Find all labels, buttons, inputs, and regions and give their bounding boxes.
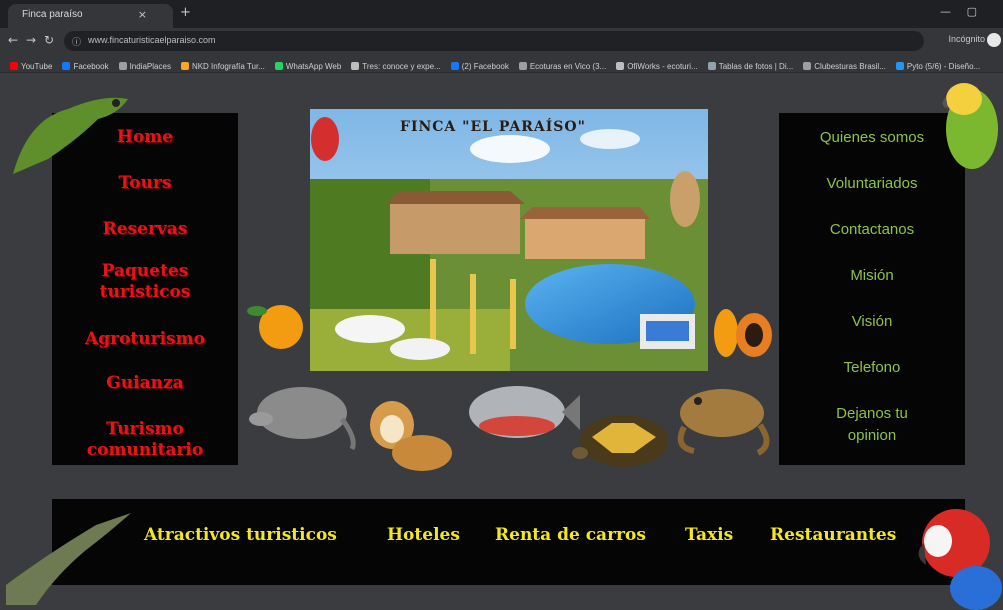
armadillo-image <box>249 387 356 451</box>
bookmark-favicon-icon <box>351 62 360 70</box>
profile-avatar-icon[interactable] <box>987 33 1001 47</box>
parrot-image <box>942 83 998 169</box>
nav-mision[interactable]: Misión <box>779 265 965 287</box>
browser-tab[interactable]: Finca paraíso × <box>8 4 173 28</box>
close-icon[interactable]: × <box>138 8 147 21</box>
nav-turismo-comunitario[interactable]: Turismo comunitario <box>52 419 238 461</box>
nav-atractivos-turisticos[interactable]: Atractivos turisticos <box>144 525 337 545</box>
incognito-label: Incógnito <box>948 34 985 44</box>
crocodile-image <box>6 513 131 605</box>
bookmark-item[interactable]: Facebook <box>62 62 109 71</box>
nav-contactanos[interactable]: Contactanos <box>779 219 965 241</box>
bookmark-item[interactable]: Ecoturas en Vico (3... <box>518 62 607 71</box>
nav-renta-de-carros[interactable]: Renta de carros <box>495 525 646 545</box>
nav-taxis[interactable]: Taxis <box>685 525 733 545</box>
forward-icon[interactable]: → <box>26 33 36 47</box>
papaya-image <box>714 309 772 357</box>
bookmark-favicon-icon <box>616 62 625 70</box>
bookmark-label: WhatsApp Web <box>285 62 342 71</box>
nav-restaurantes[interactable]: Restaurantes <box>770 525 896 545</box>
plus-icon[interactable]: + <box>180 5 191 20</box>
url-text[interactable]: www.fincaturisticaelparaiso.com <box>88 35 216 45</box>
bookmark-label: Tablas de fotos | Di... <box>718 62 794 71</box>
bookmark-item[interactable]: IndiaPlaces <box>118 62 171 71</box>
bookmark-favicon-icon <box>10 62 18 70</box>
bookmark-favicon-icon <box>62 62 71 70</box>
minimize-icon[interactable]: — <box>940 5 951 18</box>
bookmarks-bar: YouTube Facebook IndiaPlaces NKD Infografía… <box>0 54 1003 73</box>
bookmark-item[interactable]: Clubesturas Brasil... <box>803 62 886 71</box>
web-page: Home Tours Reservas Paquetes turisticos … <box>0 73 1003 610</box>
hero-title: FINCA "EL PARAÍSO" <box>400 119 586 135</box>
maximize-icon[interactable]: ▢ <box>967 5 977 18</box>
bookmark-label: YouTube <box>21 62 53 71</box>
orange-image <box>247 305 303 349</box>
tortoise-image <box>572 415 668 467</box>
address-bar[interactable]: ⓘ www.fincaturisticaelparaiso.com <box>64 31 924 51</box>
nav-vision[interactable]: Visión <box>779 311 965 333</box>
bookmark-label: Ecoturas en Vico (3... <box>529 62 607 71</box>
iguana-image <box>13 97 128 174</box>
bookmark-favicon-icon <box>180 62 189 70</box>
tab-title: Finca paraíso <box>22 9 83 20</box>
bookmark-item[interactable]: Tablas de fotos | Di... <box>707 62 794 71</box>
bookmark-favicon-icon <box>803 62 812 70</box>
back-icon[interactable]: ← <box>8 33 18 47</box>
nav-paquetes-turisticos[interactable]: Paquetes turisticos <box>52 261 238 303</box>
bookmark-label: OfiWorks - ecoturi... <box>627 62 698 71</box>
nav-guianza[interactable]: Guianza <box>52 373 238 394</box>
bottom-nav-bar: Atractivos turisticos Hoteles Renta de c… <box>52 499 965 585</box>
nav-telefono[interactable]: Telefono <box>779 357 965 379</box>
bookmark-label: (2) Facebook <box>461 62 509 71</box>
bookmark-favicon-icon <box>518 62 527 70</box>
reload-icon[interactable]: ↻ <box>44 33 54 47</box>
hero-collage-image: FINCA "EL PARAÍSO" <box>310 109 708 371</box>
toad-image <box>677 389 770 456</box>
bookmark-label: Clubesturas Brasil... <box>814 62 886 71</box>
bookmark-favicon-icon <box>274 62 283 70</box>
site-info-icon[interactable]: ⓘ <box>72 35 81 48</box>
nav-dejanos-tu-opinion[interactable]: Dejanos tu opinion <box>779 403 965 447</box>
browser-toolbar: ← → ↻ ⓘ www.fincaturisticaelparaiso.com … <box>0 28 1003 54</box>
bookmark-favicon-icon <box>450 62 459 70</box>
monkey-image <box>370 401 452 471</box>
bookmark-item[interactable]: (2) Facebook <box>450 62 509 71</box>
nav-agroturismo[interactable]: Agroturismo <box>52 329 238 350</box>
bookmark-label: IndiaPlaces <box>129 62 171 71</box>
bookmark-item[interactable]: NKD Infografía Tur... <box>180 62 265 71</box>
nav-hoteles[interactable]: Hoteles <box>387 525 460 545</box>
bookmark-label: NKD Infografía Tur... <box>191 62 265 71</box>
tab-bar: Finca paraíso × + — ▢ <box>0 0 1003 28</box>
piranha-image <box>469 386 580 438</box>
bookmark-label: Pyto (5/6) - Diseño... <box>906 62 981 71</box>
bookmark-label: Facebook <box>73 62 109 71</box>
bookmark-favicon-icon <box>707 62 716 70</box>
bookmark-item[interactable]: Pyto (5/6) - Diseño... <box>895 62 981 71</box>
bookmark-favicon-icon <box>895 62 904 70</box>
bookmark-favicon-icon <box>118 62 127 70</box>
macaw-image <box>918 509 1002 610</box>
bookmark-item[interactable]: Tres: conoce y expe... <box>351 62 441 71</box>
nav-voluntariados[interactable]: Voluntariados <box>779 173 965 195</box>
nav-reservas[interactable]: Reservas <box>52 219 238 240</box>
bookmark-item[interactable]: WhatsApp Web <box>274 62 342 71</box>
bookmark-item[interactable]: YouTube <box>10 62 52 71</box>
bookmark-label: Tres: conoce y expe... <box>362 62 441 71</box>
bookmark-item[interactable]: OfiWorks - ecoturi... <box>616 62 698 71</box>
